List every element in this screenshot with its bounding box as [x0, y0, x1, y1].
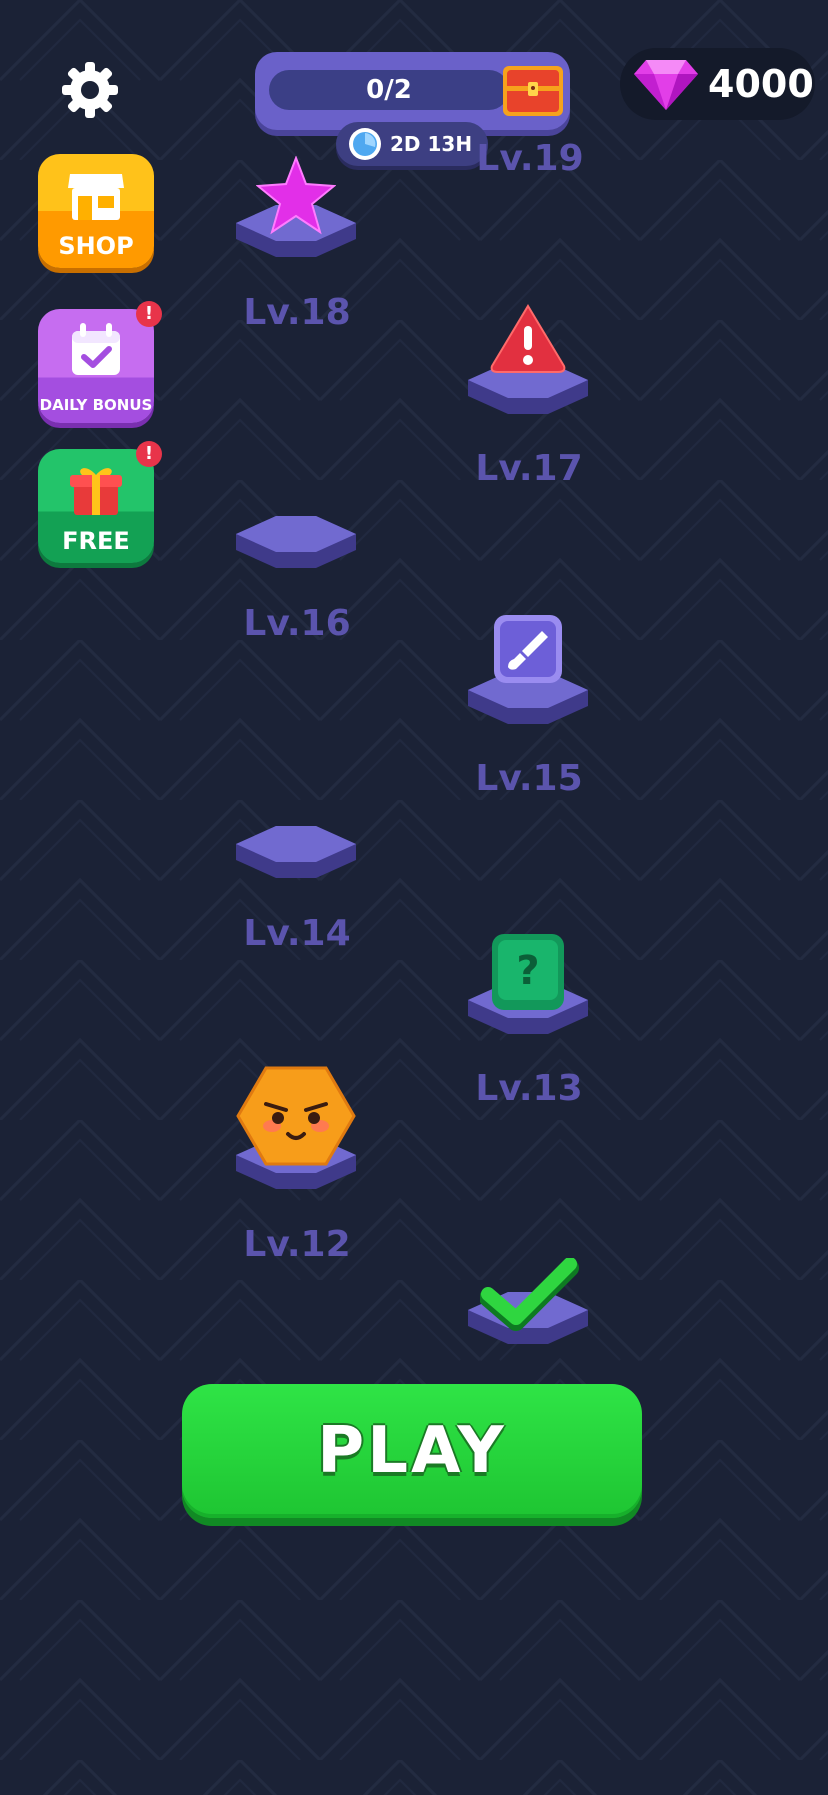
level-label-16: Lv.16: [243, 603, 351, 644]
chest-progress-count: 0/2: [366, 75, 412, 105]
treasure-chest-icon: [503, 66, 563, 116]
notification-badge: !: [136, 301, 162, 327]
background-pattern: [0, 0, 828, 1795]
chest-progress-track: 0/2: [269, 70, 509, 110]
level-label-12: Lv.12: [243, 1224, 351, 1265]
svg-text:?: ?: [516, 948, 539, 994]
chest-progress-panel[interactable]: 0/2: [255, 52, 570, 130]
gem-count: 4000: [708, 62, 814, 106]
paintbrush-icon: [494, 615, 562, 683]
shop-label: SHOP: [58, 232, 134, 260]
free-gift-button[interactable]: FREE !: [38, 441, 162, 563]
settings-button[interactable]: [58, 58, 122, 122]
notification-badge: !: [136, 441, 162, 467]
gift-icon: [70, 468, 122, 515]
checkmark-icon: [480, 1258, 579, 1331]
free-label: FREE: [62, 527, 130, 555]
hexagon-character-icon: [236, 1066, 356, 1166]
pink-star-icon: [256, 156, 336, 235]
level-node-16[interactable]: [216, 516, 376, 586]
play-button[interactable]: PLAY: [182, 1384, 642, 1518]
level-label-19: Lv.19: [476, 138, 584, 179]
play-label: PLAY: [317, 1414, 507, 1488]
level-label-15: Lv.15: [475, 758, 583, 799]
gem-counter[interactable]: 4000: [620, 48, 815, 120]
daily-bonus-button[interactable]: DAILY BONUS !: [38, 301, 162, 423]
gem-icon: [634, 60, 698, 110]
level-label-14: Lv.14: [243, 913, 351, 954]
level-label-13: Lv.13: [475, 1068, 583, 1109]
clock-icon: [349, 128, 381, 160]
mystery-box-icon: ?: [492, 934, 564, 1010]
level-node-14[interactable]: [216, 826, 376, 896]
shop-button[interactable]: SHOP: [38, 154, 154, 268]
level-label-18: Lv.18: [243, 292, 351, 333]
level-label-17: Lv.17: [475, 448, 583, 489]
daily-bonus-label: DAILY BONUS: [39, 396, 153, 414]
warning-triangle-icon: [490, 304, 566, 373]
gear-icon: [62, 62, 118, 118]
shop-icon: [68, 174, 124, 220]
calendar-check-icon: [72, 323, 120, 375]
